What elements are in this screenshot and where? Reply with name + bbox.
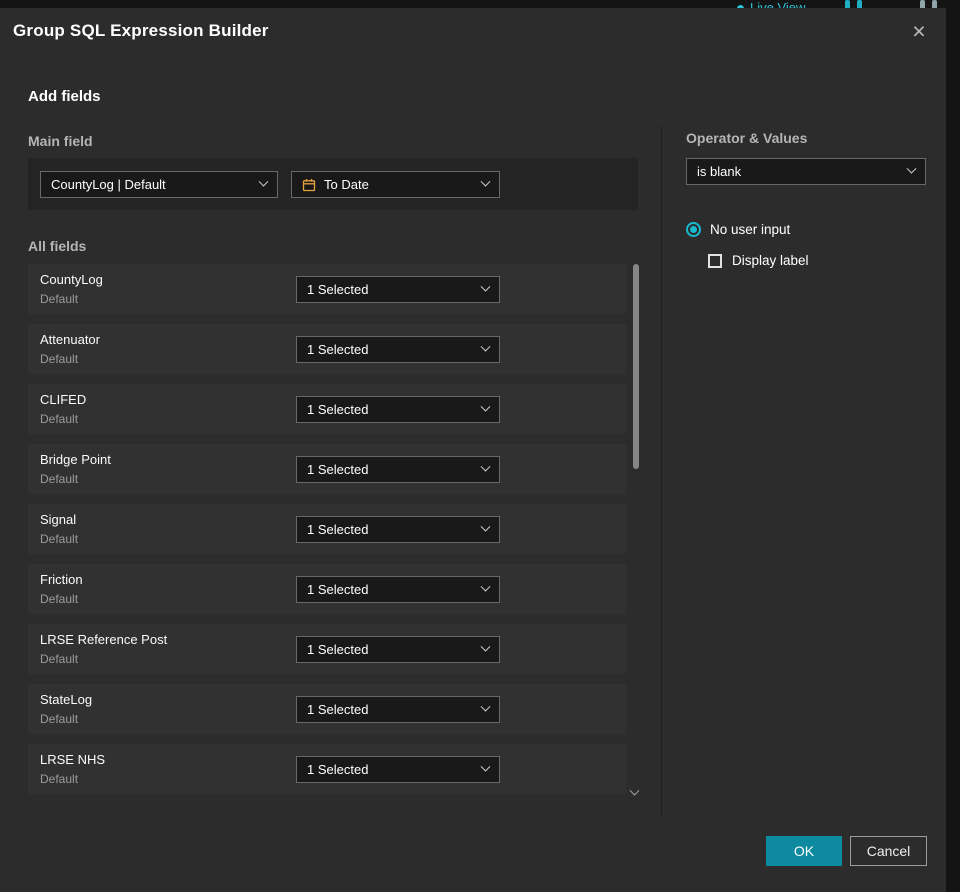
chevron-down-icon <box>258 176 269 187</box>
chevron-down-icon <box>480 401 491 412</box>
main-field-row: CountyLog | Default To Date <box>28 158 638 210</box>
display-label-checkbox[interactable]: Display label <box>708 253 809 268</box>
chevron-down-icon <box>480 281 491 292</box>
field-row: LRSE NHS Default 1 Selected <box>28 744 626 794</box>
field-selected-dropdown[interactable]: 1 Selected <box>296 456 500 483</box>
no-user-input-radio[interactable]: No user input <box>686 222 790 237</box>
no-user-input-label: No user input <box>710 222 791 237</box>
all-fields-list: CountyLog Default 1 Selected Attenuator Defa… <box>28 264 626 804</box>
chevron-down-icon <box>480 521 491 532</box>
display-label-label: Display label <box>732 253 809 268</box>
field-name: Signal <box>40 512 77 527</box>
field-selected-value: 1 Selected <box>307 342 369 357</box>
field-row: CLIFED Default 1 Selected <box>28 384 626 434</box>
main-field-select[interactable]: CountyLog | Default <box>40 171 278 198</box>
field-name: StateLog <box>40 692 93 707</box>
main-field-label: Main field <box>28 133 93 149</box>
field-row: Attenuator Default 1 Selected <box>28 324 626 374</box>
scrollbar-thumb[interactable] <box>633 264 639 469</box>
app-background: Live View Group SQL Expression Builder ×… <box>0 0 960 892</box>
field-selected-value: 1 Selected <box>307 402 369 417</box>
operator-values-label: Operator & Values <box>686 130 808 146</box>
field-selected-value: 1 Selected <box>307 702 369 717</box>
ok-button[interactable]: OK <box>766 836 842 866</box>
calendar-icon <box>302 178 316 192</box>
field-selected-dropdown[interactable]: 1 Selected <box>296 396 500 423</box>
field-row: LRSE Reference Post Default 1 Selected <box>28 624 626 674</box>
vertical-divider <box>661 126 662 816</box>
field-subtitle: Default <box>40 652 79 666</box>
field-subtitle: Default <box>40 772 79 786</box>
field-selected-value: 1 Selected <box>307 762 369 777</box>
chevron-down-icon <box>906 163 917 174</box>
field-subtitle: Default <box>40 352 79 366</box>
field-row: Friction Default 1 Selected <box>28 564 626 614</box>
chevron-down-icon <box>480 581 491 592</box>
field-selected-dropdown[interactable]: 1 Selected <box>296 636 500 663</box>
field-selected-value: 1 Selected <box>307 462 369 477</box>
main-field-select-value: CountyLog | Default <box>51 177 166 192</box>
all-fields-label: All fields <box>28 238 87 254</box>
main-field-type-value: To Date <box>324 177 369 192</box>
radio-selected-icon[interactable] <box>686 222 701 237</box>
cancel-button[interactable]: Cancel <box>850 836 927 866</box>
field-selected-dropdown[interactable]: 1 Selected <box>296 696 500 723</box>
field-subtitle: Default <box>40 712 79 726</box>
chevron-down-icon <box>480 641 491 652</box>
field-row: StateLog Default 1 Selected <box>28 684 626 734</box>
field-subtitle: Default <box>40 592 79 606</box>
field-row: Signal Default 1 Selected <box>28 504 626 554</box>
field-name: LRSE NHS <box>40 752 106 767</box>
field-selected-dropdown[interactable]: 1 Selected <box>296 516 500 543</box>
operator-select[interactable]: is blank <box>686 158 926 185</box>
chevron-down-icon <box>480 341 491 352</box>
field-selected-value: 1 Selected <box>307 582 369 597</box>
checkbox-unchecked-icon[interactable] <box>708 253 722 268</box>
scroll-down-icon[interactable] <box>629 784 640 802</box>
field-subtitle: Default <box>40 292 79 306</box>
field-name: CLIFED <box>40 392 87 407</box>
field-selected-value: 1 Selected <box>307 522 369 537</box>
field-selected-dropdown[interactable]: 1 Selected <box>296 336 500 363</box>
field-selected-value: 1 Selected <box>307 282 369 297</box>
field-subtitle: Default <box>40 472 79 486</box>
group-sql-expression-builder-dialog: Group SQL Expression Builder × Add field… <box>0 8 946 892</box>
operator-select-value: is blank <box>697 164 742 179</box>
list-scrollbar[interactable] <box>629 264 640 804</box>
field-subtitle: Default <box>40 412 79 426</box>
chevron-down-icon <box>480 701 491 712</box>
field-selected-dropdown[interactable]: 1 Selected <box>296 576 500 603</box>
field-name: Bridge Point <box>40 452 111 467</box>
field-subtitle: Default <box>40 532 79 546</box>
field-name: CountyLog <box>40 272 103 287</box>
main-field-type-select[interactable]: To Date <box>291 171 500 198</box>
chevron-down-icon <box>480 176 491 187</box>
field-row: Bridge Point Default 1 Selected <box>28 444 626 494</box>
dialog-title: Group SQL Expression Builder <box>13 21 269 40</box>
field-row: CountyLog Default 1 Selected <box>28 264 626 314</box>
field-selected-value: 1 Selected <box>307 642 369 657</box>
field-name: Friction <box>40 572 83 587</box>
add-fields-heading: Add fields <box>28 88 101 105</box>
close-icon[interactable]: × <box>904 16 934 46</box>
chevron-down-icon <box>480 461 491 472</box>
field-selected-dropdown[interactable]: 1 Selected <box>296 276 500 303</box>
chevron-down-icon <box>480 761 491 772</box>
field-selected-dropdown[interactable]: 1 Selected <box>296 756 500 783</box>
field-name: LRSE Reference Post <box>40 632 168 647</box>
field-name: Attenuator <box>40 332 100 347</box>
